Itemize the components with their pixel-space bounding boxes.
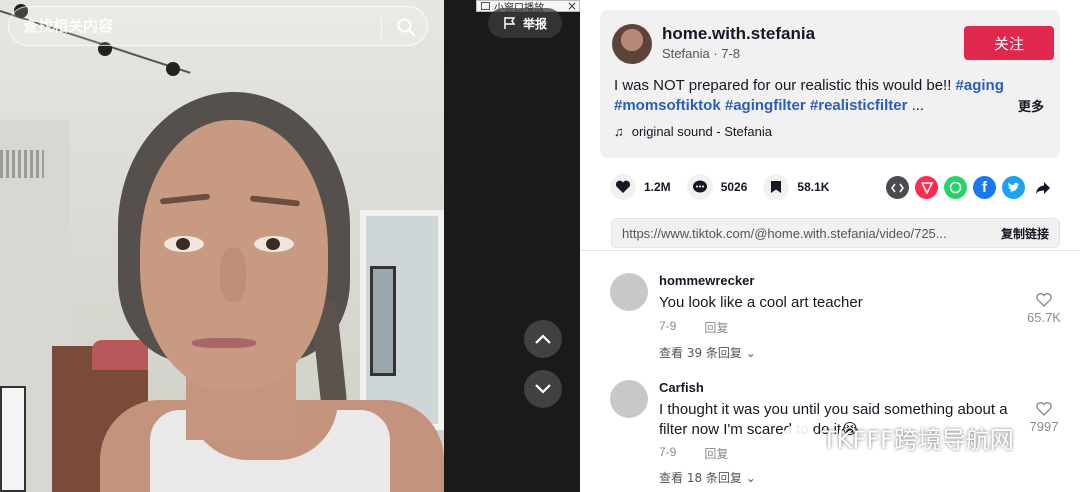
twitter-icon[interactable] (1002, 176, 1025, 199)
sound-link[interactable]: ♫ original sound - Stefania (614, 124, 772, 139)
facebook-icon[interactable]: f (973, 176, 996, 199)
video-lamp (166, 62, 180, 76)
save-count: 58.1K (797, 180, 830, 194)
description-text: I was NOT prepared for our realistic thi… (614, 77, 952, 94)
mini-window-icon (481, 2, 490, 10)
bookmark-icon (763, 174, 790, 200)
hashtag-link[interactable]: #aging (956, 77, 1004, 94)
sound-label: original sound - Stefania (631, 124, 772, 139)
heart-icon (610, 174, 636, 200)
comment-like-button[interactable]: 65.7K (1020, 293, 1068, 325)
video-eye (254, 236, 294, 252)
description-ellipsis: ... (911, 97, 925, 114)
heart-outline-icon (1036, 293, 1052, 307)
comment-date: 7-9 (659, 319, 677, 333)
video-link-box: https://www.tiktok.com/@home.with.stefan… (611, 218, 1060, 248)
video-mouth (192, 338, 256, 348)
watermark-text: TKFFF跨境导航网 (822, 426, 1014, 454)
reply-button[interactable]: 回复 (704, 445, 728, 462)
author-subline: Stefania · 7-8 (662, 46, 741, 61)
more-button[interactable]: 更多 (1018, 96, 1044, 115)
search-divider (381, 15, 382, 39)
comment-date: 7-9 (659, 445, 677, 459)
action-bar: 1.2M 5026 58.1K (610, 172, 845, 202)
video-nose (220, 248, 246, 302)
comment-item: hommewrecker You look like a cool art te… (610, 273, 1070, 363)
view-replies-button[interactable]: 查看 18 条回复 ⌄ (659, 469, 756, 486)
send-icon[interactable] (915, 176, 938, 199)
whatsapp-icon[interactable] (944, 176, 967, 199)
like-button[interactable]: 1.2M (610, 174, 671, 200)
chevron-down-icon: ⌄ (745, 346, 756, 360)
search-button[interactable] (391, 13, 421, 41)
flag-icon (504, 17, 516, 29)
post-description: I was NOT prepared for our realistic thi… (614, 76, 1034, 116)
previous-video-button[interactable] (524, 320, 562, 358)
video-frame (0, 0, 444, 492)
view-replies-label: 查看 39 条回复 (659, 346, 742, 360)
watermark: TKFFF跨境导航网 (782, 420, 1014, 455)
commenter-username[interactable]: Carfish (659, 380, 704, 395)
search-icon (397, 18, 415, 36)
video-eye (164, 236, 204, 252)
comment-like-count: 7997 (1029, 419, 1059, 434)
view-replies-button[interactable]: 查看 39 条回复 ⌄ (659, 344, 756, 361)
comment-like-button[interactable]: 7997 (1020, 402, 1068, 434)
hashtag-link[interactable]: #momsoftiktok (614, 97, 721, 114)
follow-button[interactable]: 关注 (964, 26, 1054, 60)
comment-like-count: 65.7K (1027, 310, 1061, 325)
share-arrow-icon[interactable] (1031, 176, 1054, 199)
details-panel: home.with.stefania Stefania · 7-8 关注 I w… (580, 0, 1080, 492)
next-video-button[interactable] (524, 370, 562, 408)
report-label: 举报 (522, 16, 547, 31)
chevron-down-icon: ⌄ (745, 471, 756, 485)
commenter-username[interactable]: hommewrecker (659, 273, 754, 288)
hashtag-link[interactable]: #realisticfilter (810, 97, 908, 114)
video-url[interactable]: https://www.tiktok.com/@home.with.stefan… (622, 226, 972, 241)
report-button[interactable]: 举报 (488, 8, 562, 38)
comment-meta: 7-9 回复 (659, 445, 728, 462)
embed-icon[interactable] (886, 176, 909, 199)
comment-count: 5026 (720, 180, 748, 194)
chevron-up-icon (535, 334, 551, 344)
view-replies-label: 查看 18 条回复 (659, 471, 742, 485)
chevron-down-icon (535, 384, 551, 394)
music-note-icon: ♫ (614, 124, 624, 139)
copy-link-button[interactable]: 复制链接 (1001, 225, 1049, 242)
comment-button[interactable]: 5026 (686, 174, 748, 200)
heart-outline-icon (1036, 402, 1052, 416)
comment-text: You look like a cool art teacher (659, 294, 863, 311)
search-bar (8, 6, 428, 46)
like-count: 1.2M (644, 180, 671, 194)
video-window (360, 210, 444, 430)
divider (580, 250, 1080, 251)
save-button[interactable]: 58.1K (763, 174, 829, 200)
post-info-card: home.with.stefania Stefania · 7-8 关注 I w… (600, 10, 1060, 158)
close-icon[interactable]: × (567, 0, 577, 13)
video-player[interactable]: 小窗口播放 × 举报 (0, 0, 580, 492)
commenter-avatar[interactable] (610, 380, 648, 418)
author-avatar[interactable] (612, 24, 652, 64)
video-fridge (0, 386, 26, 492)
comment-icon (686, 174, 713, 200)
author-username[interactable]: home.with.stefania (662, 24, 815, 44)
wechat-logo-icon (782, 423, 816, 452)
search-input[interactable] (23, 15, 363, 37)
commenter-avatar[interactable] (610, 273, 648, 311)
reply-button[interactable]: 回复 (704, 319, 728, 336)
comment-meta: 7-9 回复 (659, 319, 728, 336)
share-options: f (886, 176, 1054, 199)
hashtag-link[interactable]: #agingfilter (725, 97, 806, 114)
video-toy-kitchen (92, 340, 148, 370)
video-vent (0, 150, 44, 178)
